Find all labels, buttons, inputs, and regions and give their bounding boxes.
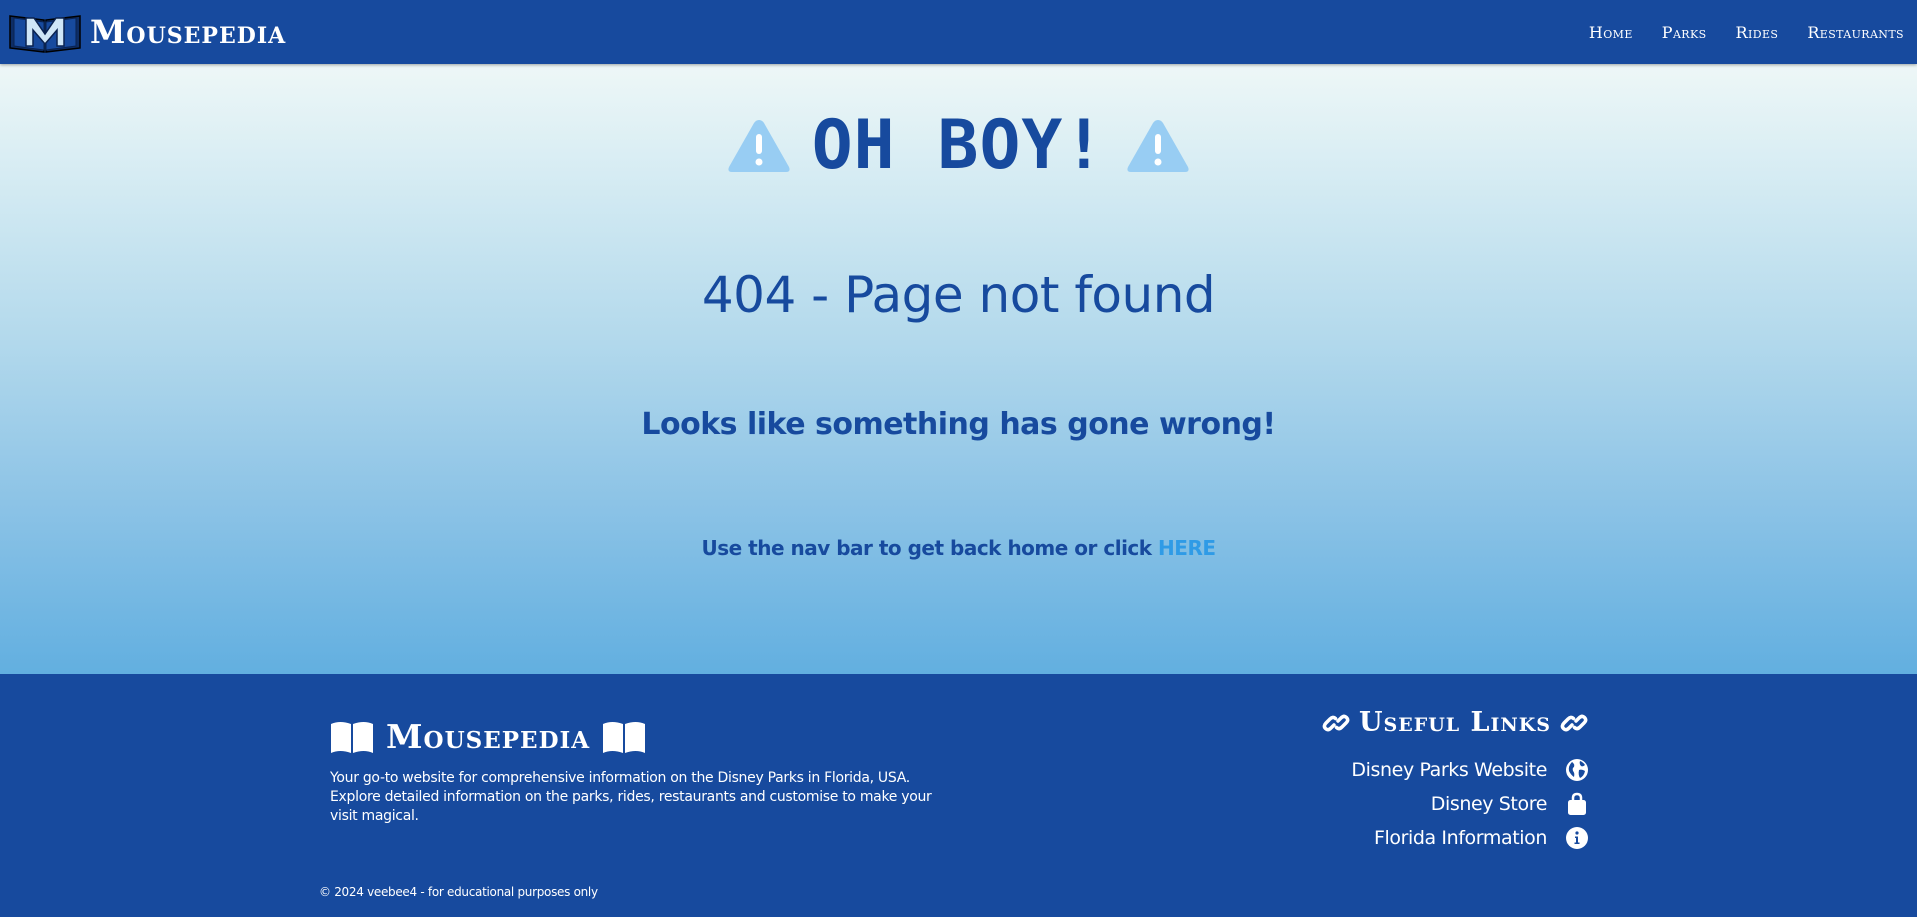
footer-link-label: Florida Information [1373, 827, 1547, 849]
nav-link-home[interactable]: Home [1589, 23, 1633, 42]
footer: Mousepedia Your go-to website for compre… [0, 674, 1917, 917]
useful-links-title: Useful Links [1358, 707, 1551, 738]
useful-links-heading: Useful Links [1321, 707, 1589, 738]
footer-link-label: Disney Store [1430, 793, 1548, 815]
disney-store-link[interactable]: Disney Store [1351, 787, 1589, 821]
footer-brand: Mousepedia [330, 717, 646, 756]
disney-parks-website-link[interactable]: Disney Parks Website [1351, 753, 1589, 787]
footer-link-label: Disney Parks Website [1351, 759, 1547, 781]
brand-name: Mousepedia [90, 13, 287, 51]
book-open-icon [331, 721, 373, 753]
navbar: Mousepedia Home Parks Rides Restaurants [0, 0, 1917, 64]
florida-information-link[interactable]: Florida Information [1351, 821, 1589, 855]
nav-link-restaurants[interactable]: Restaurants [1807, 23, 1904, 42]
error-section: OH BOY! 404 - Page not found Looks like … [0, 64, 1917, 674]
book-open-icon [603, 721, 646, 753]
warning-icon [728, 119, 790, 172]
warning-icon [1127, 119, 1189, 172]
link-icon [1322, 714, 1350, 731]
nav-links: Home Parks Rides Restaurants [1560, 23, 1917, 42]
footer-description: Your go-to website for comprehensive inf… [330, 770, 932, 824]
error-headline: OH BOY! [0, 106, 1917, 185]
info-icon [1566, 827, 1588, 849]
nav-link-parks[interactable]: Parks [1662, 23, 1707, 42]
useful-links-list: Disney Parks Website Disney Store Florid… [1351, 753, 1589, 855]
error-hint-text: Use the nav bar to get back home or clic… [701, 536, 1159, 560]
footer-brand-name: Mousepedia [386, 717, 591, 756]
home-here-link[interactable]: HERE [1158, 536, 1216, 560]
link-icon [1560, 714, 1588, 731]
error-hint: Use the nav bar to get back home or clic… [0, 536, 1917, 560]
headline-text: OH BOY! [811, 106, 1106, 185]
brand-home-link[interactable]: Mousepedia [0, 10, 286, 54]
copyright: © 2024 veebee4 - for educational purpose… [319, 885, 598, 899]
error-message: Looks like something has gone wrong! [641, 407, 1276, 442]
error-code-heading: 404 - Page not found [701, 266, 1216, 324]
globe-icon [1566, 759, 1588, 781]
nav-link-rides[interactable]: Rides [1736, 23, 1779, 42]
shopping-bag-icon [1568, 792, 1586, 815]
book-m-logo-icon [9, 15, 81, 53]
